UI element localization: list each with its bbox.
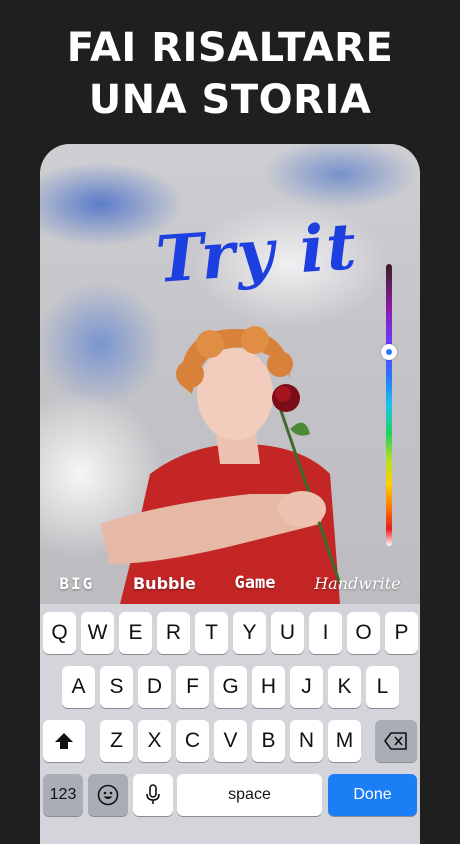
key-k[interactable]: K: [328, 666, 361, 708]
emoji-key[interactable]: [88, 774, 128, 816]
key-e[interactable]: E: [119, 612, 152, 654]
key-y[interactable]: Y: [233, 612, 266, 654]
key-s[interactable]: S: [100, 666, 133, 708]
keyboard-row-4: 123 space Done: [40, 774, 420, 818]
done-key[interactable]: Done: [328, 774, 417, 816]
key-r[interactable]: R: [157, 612, 190, 654]
color-slider-track[interactable]: [386, 264, 392, 546]
microphone-icon: [146, 784, 160, 804]
color-slider-handle[interactable]: [381, 344, 397, 360]
space-key[interactable]: space: [177, 774, 322, 816]
story-text-overlay[interactable]: Try it: [154, 209, 361, 298]
delete-key[interactable]: [375, 720, 417, 762]
shift-icon: [55, 733, 73, 749]
on-screen-keyboard: Q W E R T Y U I O P A S D F G H J K L Z: [40, 604, 420, 844]
text-style-picker: BIG Bubble Game Handwrite: [40, 568, 420, 598]
backspace-icon: [384, 732, 407, 750]
key-a[interactable]: A: [62, 666, 95, 708]
key-b[interactable]: B: [252, 720, 285, 762]
key-l[interactable]: L: [366, 666, 399, 708]
key-m[interactable]: M: [328, 720, 361, 762]
key-j[interactable]: J: [290, 666, 323, 708]
keyboard-row-2: A S D F G H J K L: [40, 666, 420, 710]
headline-line-1: FAI RISALTARE: [66, 25, 394, 71]
person-with-rose-illustration: [100, 326, 342, 604]
key-u[interactable]: U: [271, 612, 304, 654]
dictation-key[interactable]: [133, 774, 173, 816]
key-p[interactable]: P: [385, 612, 418, 654]
keyboard-row-3: Z X C V B N M: [40, 720, 420, 764]
style-option-bubble[interactable]: Bubble: [133, 574, 196, 593]
key-c[interactable]: C: [176, 720, 209, 762]
key-f[interactable]: F: [176, 666, 209, 708]
key-i[interactable]: I: [309, 612, 342, 654]
shift-key[interactable]: [43, 720, 85, 762]
key-z[interactable]: Z: [100, 720, 133, 762]
keyboard-row-1: Q W E R T Y U I O P: [40, 612, 420, 656]
key-d[interactable]: D: [138, 666, 171, 708]
key-x[interactable]: X: [138, 720, 171, 762]
key-v[interactable]: V: [214, 720, 247, 762]
style-option-game[interactable]: Game: [235, 573, 276, 593]
key-n[interactable]: N: [290, 720, 323, 762]
style-option-big[interactable]: BIG: [59, 574, 94, 593]
key-o[interactable]: O: [347, 612, 380, 654]
key-w[interactable]: W: [81, 612, 114, 654]
numbers-key[interactable]: 123: [43, 774, 83, 816]
key-q[interactable]: Q: [43, 612, 76, 654]
key-g[interactable]: G: [214, 666, 247, 708]
style-option-handwrite[interactable]: Handwrite: [314, 574, 400, 593]
phone-screen: Try it BIG Bubble Game Handwrite Q W E R…: [40, 144, 420, 844]
emoji-icon: [97, 784, 119, 806]
headline: FAI RISALTARE UNA STORIA: [0, 22, 460, 126]
key-h[interactable]: H: [252, 666, 285, 708]
headline-line-2: UNA STORIA: [88, 77, 372, 123]
key-t[interactable]: T: [195, 612, 228, 654]
